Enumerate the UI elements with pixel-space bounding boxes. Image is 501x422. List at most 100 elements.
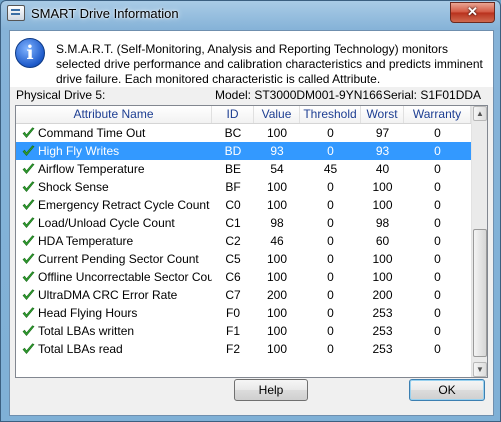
help-button[interactable]: Help [234, 379, 308, 401]
attribute-value-cell: 100 [266, 342, 288, 356]
attribute-threshold-cell: 45 [323, 162, 338, 176]
info-icon: i [15, 38, 45, 68]
attribute-name-cell: Total LBAs written [38, 324, 135, 338]
green-check-icon [22, 235, 35, 246]
window-icon [7, 5, 25, 21]
table-row[interactable]: Total LBAs read F2 100 0 253 0 [16, 340, 471, 358]
green-check-icon [22, 217, 35, 228]
column-header-warranty[interactable]: Warranty [404, 106, 471, 123]
info-panel: i S.M.A.R.T. (Self-Monitoring, Analysis … [10, 31, 493, 87]
attribute-value-cell: 200 [266, 288, 288, 302]
green-check-icon [22, 199, 35, 210]
green-check-icon [22, 145, 35, 156]
attribute-id-cell: C5 [225, 252, 241, 266]
attribute-threshold-cell: 0 [327, 198, 334, 212]
table-row[interactable]: HDA Temperature C2 46 0 60 0 [16, 232, 471, 250]
attribute-worst-cell: 253 [372, 324, 393, 338]
attribute-threshold-cell: 0 [327, 234, 334, 248]
table-row[interactable]: Emergency Retract Cycle Count C0 100 0 100 0 [16, 196, 471, 214]
attribute-name-cell: Command Time Out [38, 126, 146, 140]
table-row[interactable]: Shock Sense BF 100 0 100 0 [16, 178, 471, 196]
attribute-threshold-cell: 0 [327, 306, 334, 320]
attribute-threshold-cell: 0 [327, 288, 334, 302]
attributes-table[interactable]: Attribute Name ID Value Threshold Worst … [15, 105, 488, 378]
attribute-id-cell: BE [224, 162, 241, 176]
attribute-worst-cell: 98 [375, 216, 390, 230]
attribute-value-cell: 100 [266, 198, 288, 212]
column-header-threshold[interactable]: Threshold [300, 106, 361, 123]
column-header-value[interactable]: Value [254, 106, 300, 123]
green-check-icon [22, 289, 35, 300]
attribute-warranty-cell: 0 [434, 126, 441, 140]
drive-serial-label: Serial: S1F01DDA [383, 88, 482, 102]
physical-drive-label: Physical Drive 5: [16, 88, 106, 102]
attribute-value-cell: 100 [266, 306, 288, 320]
attribute-warranty-cell: 0 [434, 216, 441, 230]
attribute-warranty-cell: 0 [434, 306, 441, 320]
scroll-down-arrow-icon[interactable]: ▼ [473, 362, 487, 377]
attribute-threshold-cell: 0 [327, 252, 334, 266]
table-row[interactable]: Total LBAs written F1 100 0 253 0 [16, 322, 471, 340]
column-header-worst[interactable]: Worst [361, 106, 404, 123]
attribute-worst-cell: 253 [372, 306, 393, 320]
attribute-warranty-cell: 0 [434, 252, 441, 266]
scroll-up-arrow-icon[interactable]: ▲ [473, 106, 487, 121]
table-row[interactable]: Airflow Temperature BE 54 45 40 0 [16, 160, 471, 178]
vertical-scrollbar[interactable]: ▲ ▼ [471, 106, 487, 377]
attribute-worst-cell: 100 [372, 252, 393, 266]
attribute-worst-cell: 93 [375, 144, 390, 158]
table-row[interactable]: UltraDMA CRC Error Rate C7 200 0 200 0 [16, 286, 471, 304]
close-button[interactable]: ✕ [450, 2, 495, 23]
attribute-warranty-cell: 0 [434, 342, 441, 356]
attribute-value-cell: 54 [270, 162, 284, 176]
green-check-icon [22, 127, 35, 138]
green-check-icon [22, 181, 35, 192]
ok-button[interactable]: OK [409, 379, 485, 401]
table-row[interactable]: Load/Unload Cycle Count C1 98 0 98 0 [16, 214, 471, 232]
table-row[interactable]: Head Flying Hours F0 100 0 253 0 [16, 304, 471, 322]
title-bar[interactable]: SMART Drive Information ✕ [1, 1, 500, 27]
drive-info-row: Physical Drive 5: Model: ST3000DM001-9YN… [10, 88, 493, 104]
attribute-id-cell: C7 [225, 288, 241, 302]
attribute-threshold-cell: 0 [327, 216, 334, 230]
attribute-name-cell: Total LBAs read [38, 342, 123, 356]
attribute-worst-cell: 97 [375, 126, 390, 140]
attribute-value-cell: 93 [270, 144, 284, 158]
attribute-worst-cell: 60 [375, 234, 390, 248]
attribute-id-cell: BF [225, 180, 241, 194]
attribute-id-cell: F2 [225, 342, 240, 356]
attribute-worst-cell: 200 [372, 288, 393, 302]
attribute-value-cell: 100 [266, 252, 288, 266]
attribute-warranty-cell: 0 [434, 234, 441, 248]
attribute-worst-cell: 100 [372, 270, 393, 284]
attribute-worst-cell: 100 [372, 198, 393, 212]
attribute-id-cell: BD [224, 144, 242, 158]
attribute-name-cell: Shock Sense [38, 180, 109, 194]
scrollbar-thumb[interactable] [473, 229, 487, 357]
column-header-attribute-name[interactable]: Attribute Name [16, 106, 212, 123]
green-check-icon [22, 271, 35, 282]
info-description: S.M.A.R.T. (Self-Monitoring, Analysis an… [56, 42, 483, 86]
green-check-icon [22, 163, 35, 174]
attribute-name-cell: Load/Unload Cycle Count [38, 216, 175, 230]
attribute-warranty-cell: 0 [434, 288, 441, 302]
attribute-name-cell: Current Pending Sector Count [38, 252, 199, 266]
dialog-body: i S.M.A.R.T. (Self-Monitoring, Analysis … [9, 30, 494, 416]
table-row[interactable]: Offline Uncorrectable Sector Cour C6 100 0 1… [16, 268, 471, 286]
attribute-id-cell: C1 [225, 216, 241, 230]
attribute-id-cell: C6 [225, 270, 241, 284]
window-title: SMART Drive Information [31, 6, 179, 21]
column-header-id[interactable]: ID [212, 106, 254, 123]
attribute-name-cell: HDA Temperature [38, 234, 134, 248]
table-row[interactable]: High Fly Writes BD 93 0 93 0 [16, 142, 471, 160]
attribute-name-cell: Emergency Retract Cycle Count [38, 198, 210, 212]
attribute-warranty-cell: 0 [434, 324, 441, 338]
table-row[interactable]: Current Pending Sector Count C5 100 0 100 0 [16, 250, 471, 268]
green-check-icon [22, 325, 35, 336]
smart-dialog-window: SMART Drive Information ✕ i S.M.A.R.T. (… [0, 0, 501, 422]
attribute-name-cell: High Fly Writes [38, 144, 120, 158]
attribute-warranty-cell: 0 [434, 144, 441, 158]
attribute-id-cell: F0 [225, 306, 240, 320]
green-check-icon [22, 307, 35, 318]
table-row[interactable]: Command Time Out BC 100 0 97 0 [16, 124, 471, 142]
